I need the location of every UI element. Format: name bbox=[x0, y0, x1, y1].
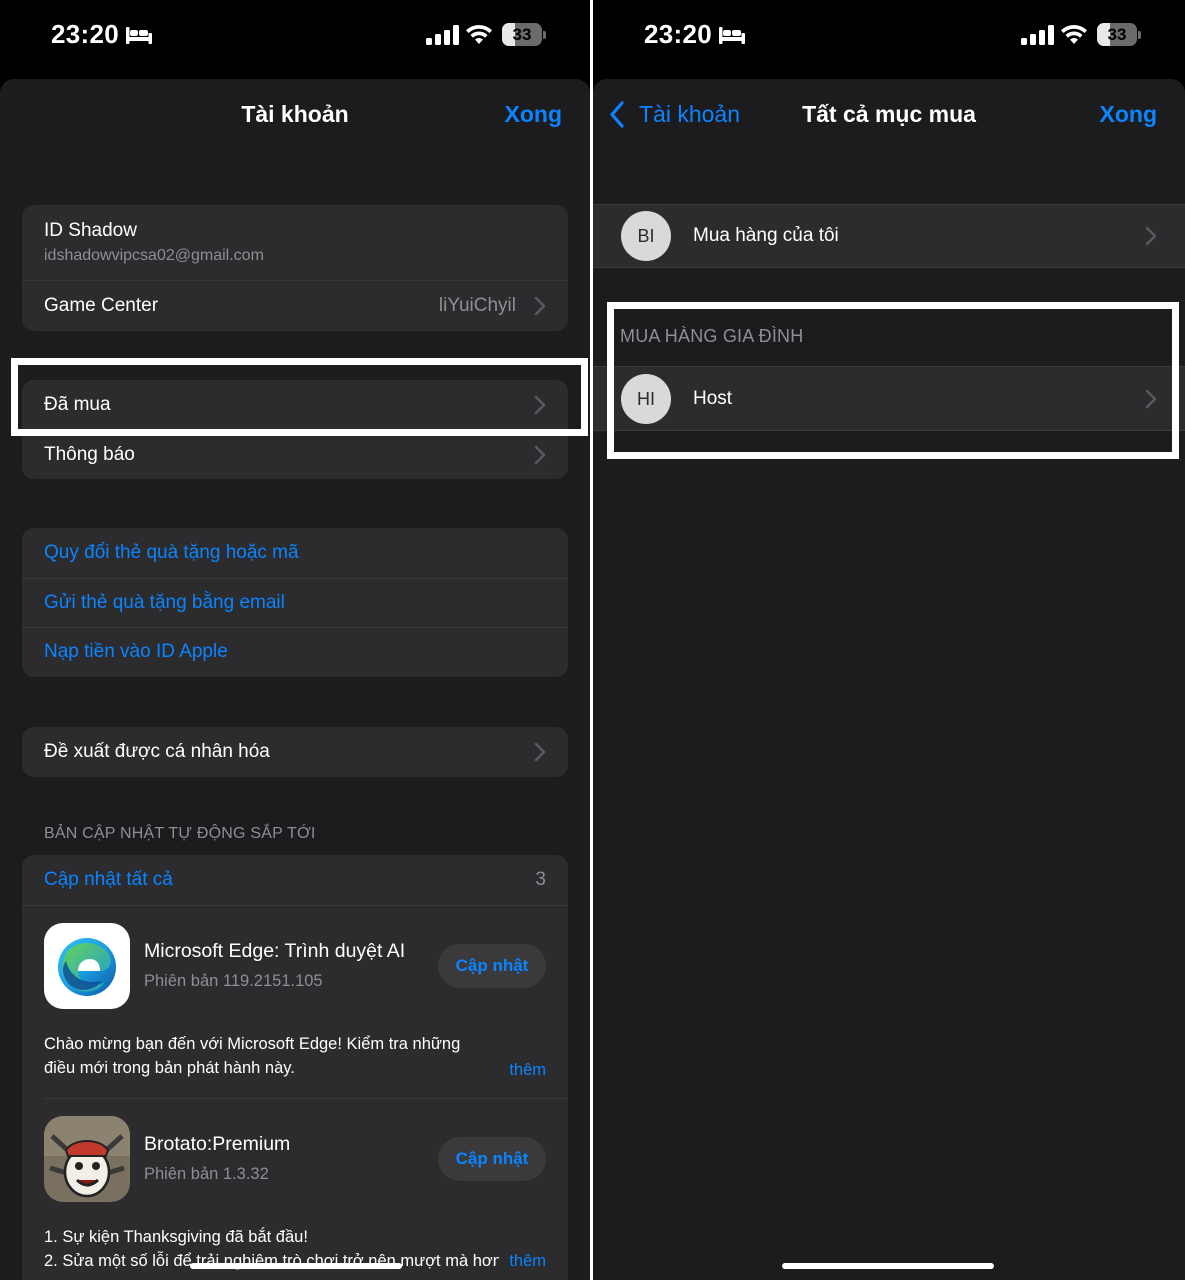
chevron-right-icon bbox=[534, 296, 546, 316]
update-button[interactable]: Cập nhật bbox=[438, 1137, 546, 1181]
battery-icon: 33 bbox=[502, 23, 546, 46]
battery-level: 33 bbox=[512, 25, 532, 44]
add-funds-link[interactable]: Nạp tiền vào ID Apple bbox=[22, 627, 568, 677]
release-notes: Chào mừng bạn đến với Microsoft Edge! Ki… bbox=[44, 1006, 546, 1088]
family-member-row[interactable]: HI Host bbox=[593, 366, 1185, 431]
gift-card-group: Quy đổi thẻ quà tặng hoặc mã Gửi thẻ quà… bbox=[22, 528, 568, 677]
avatar: HI bbox=[621, 373, 671, 424]
purchased-label: Đã mua bbox=[44, 393, 111, 415]
cellular-signal-icon bbox=[426, 25, 459, 45]
app-update-item: Brotato:Premium Phiên bản 1.3.32 Cập nhậ… bbox=[22, 1099, 568, 1273]
release-notes-line: 2. Sửa một số lỗi để trải nghiệm trò chơ… bbox=[44, 1252, 499, 1270]
status-time: 23:20 bbox=[644, 19, 712, 49]
chevron-right-icon bbox=[534, 742, 546, 761]
account-info-row[interactable]: ID Shadow idshadowvipcsa02@gmail.com bbox=[22, 205, 568, 280]
account-sheet: Tài khoản Xong ID Shadow idshadowvipcsa0… bbox=[0, 79, 590, 1280]
send-gift-card-link[interactable]: Gửi thẻ quà tặng bằng email bbox=[22, 577, 568, 628]
chevron-right-icon bbox=[534, 445, 546, 464]
personalized-recommendations-row[interactable]: Đề xuất được cá nhân hóa bbox=[22, 727, 568, 777]
home-indicator bbox=[782, 1263, 994, 1269]
personalized-recommendations-label: Đề xuất được cá nhân hóa bbox=[44, 740, 270, 762]
purchases-group: Đã mua Thông báo bbox=[22, 380, 568, 479]
avatar: BI bbox=[621, 211, 671, 261]
wifi-icon bbox=[466, 24, 492, 44]
done-button[interactable]: Xong bbox=[505, 101, 563, 128]
app-name: Brotato:Premium bbox=[144, 1133, 291, 1155]
add-funds-label: Nạp tiền vào ID Apple bbox=[44, 641, 228, 663]
updates-group: Cập nhật tất cả 3 Microsoft Edge: Trình … bbox=[22, 855, 568, 1280]
update-count: 3 bbox=[535, 869, 546, 890]
release-notes-line: 1. Sự kiện Thanksgiving đã bắt đầu! bbox=[44, 1228, 308, 1246]
home-indicator bbox=[190, 1263, 402, 1269]
chevron-right-icon bbox=[1145, 226, 1157, 246]
purchased-row[interactable]: Đã mua bbox=[22, 380, 568, 430]
family-purchases-header: MUA HÀNG GIA ĐÌNH bbox=[620, 326, 804, 346]
app-version: Phiên bản 119.2151.105 bbox=[144, 972, 323, 990]
my-purchases-label: Mua hàng của tôi bbox=[693, 225, 839, 246]
notifications-label: Thông báo bbox=[44, 443, 135, 465]
notifications-row[interactable]: Thông báo bbox=[22, 429, 568, 480]
sleep-focus-icon bbox=[126, 27, 152, 44]
app-version: Phiên bản 1.3.32 bbox=[144, 1165, 269, 1183]
battery-icon: 33 bbox=[1097, 23, 1141, 46]
recommendations-group: Đề xuất được cá nhân hóa bbox=[22, 727, 568, 777]
wifi-icon bbox=[1061, 24, 1087, 44]
brotato-icon[interactable] bbox=[44, 1116, 130, 1202]
status-bar: 23:20 33 bbox=[0, 0, 590, 72]
send-gift-card-label: Gửi thẻ quà tặng bằng email bbox=[44, 591, 285, 613]
sleep-focus-icon bbox=[719, 27, 745, 44]
more-link[interactable]: thêm bbox=[501, 1249, 546, 1273]
account-email: idshadowvipcsa02@gmail.com bbox=[44, 247, 264, 264]
battery-level: 33 bbox=[1107, 25, 1127, 44]
page-title: Tất cả mục mua bbox=[802, 101, 976, 127]
left-screen: 23:20 33 Tài khoản Xong ID Shadow idshad… bbox=[0, 0, 590, 1280]
done-button[interactable]: Xong bbox=[1100, 101, 1158, 128]
redeem-gift-card-link[interactable]: Quy đổi thẻ quà tặng hoặc mã bbox=[22, 528, 568, 578]
chevron-right-icon bbox=[534, 395, 546, 414]
app-name: Microsoft Edge: Trình duyệt AI bbox=[144, 940, 406, 962]
update-all-row: Cập nhật tất cả 3 bbox=[22, 855, 568, 905]
right-screen: 23:20 33 Tài khoản Tất cả mục mua Xong B… bbox=[593, 0, 1185, 1280]
account-name: ID Shadow bbox=[44, 220, 137, 241]
game-center-label: Game Center bbox=[44, 295, 159, 316]
release-notes: 1. Sự kiện Thanksgiving đã bắt đầu! 2. S… bbox=[44, 1199, 546, 1273]
status-time: 23:20 bbox=[51, 19, 119, 49]
game-center-row[interactable]: Game Center liYuiChyil bbox=[22, 280, 568, 331]
page-title: Tài khoản bbox=[241, 101, 349, 127]
release-notes-text: Chào mừng bạn đến với Microsoft Edge! Ki… bbox=[44, 1035, 461, 1077]
cellular-signal-icon bbox=[1021, 25, 1054, 45]
family-member-label: Host bbox=[693, 387, 733, 409]
app-update-item: Microsoft Edge: Trình duyệt AI Phiên bản… bbox=[22, 906, 568, 1088]
my-purchases-row[interactable]: BI Mua hàng của tôi bbox=[593, 204, 1185, 268]
more-link[interactable]: thêm bbox=[501, 1058, 546, 1082]
game-center-value: liYuiChyil bbox=[438, 295, 516, 316]
updates-section-header: BẢN CẬP NHẬT TỰ ĐỘNG SẮP TỚI bbox=[44, 825, 316, 842]
redeem-gift-card-label: Quy đổi thẻ quà tặng hoặc mã bbox=[44, 541, 299, 563]
account-group: ID Shadow idshadowvipcsa02@gmail.com Gam… bbox=[22, 205, 568, 331]
all-purchases-sheet: Tài khoản Tất cả mục mua Xong BI Mua hàn… bbox=[593, 79, 1185, 1280]
update-all-button[interactable]: Cập nhật tất cả bbox=[44, 869, 535, 891]
update-button[interactable]: Cập nhật bbox=[438, 944, 546, 988]
edge-icon[interactable] bbox=[44, 923, 130, 1009]
chevron-right-icon bbox=[1145, 389, 1157, 408]
status-bar: 23:20 33 bbox=[593, 0, 1185, 72]
